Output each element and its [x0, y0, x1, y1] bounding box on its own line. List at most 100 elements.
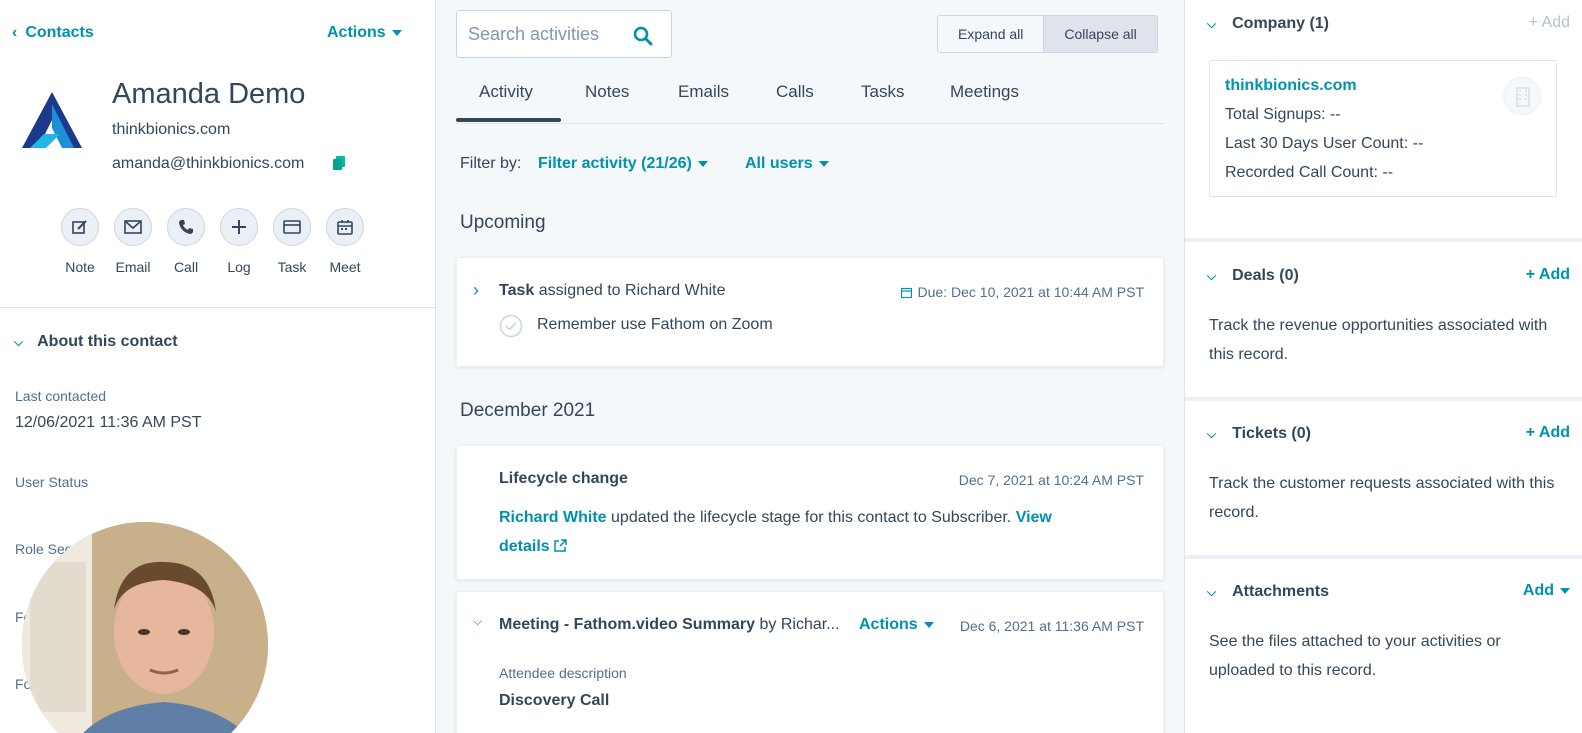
- chevron-down-icon: ⌵: [1207, 269, 1217, 283]
- chevron-down-icon: ⌵: [1207, 585, 1217, 599]
- copy-icon[interactable]: [333, 156, 345, 170]
- meeting-by: by Richar...: [759, 616, 840, 633]
- attendee-value: Discovery Call: [499, 692, 610, 709]
- tab-tasks[interactable]: Tasks: [861, 82, 904, 102]
- tab-emails[interactable]: Emails: [678, 82, 729, 102]
- upcoming-heading: Upcoming: [460, 212, 546, 233]
- activity-tabs: Activity Notes Emails Calls Tasks Meetin…: [456, 80, 1164, 124]
- contact-topbar: ‹ Contacts Actions: [0, 0, 435, 66]
- company-logo: [22, 92, 82, 148]
- lifecycle-title: Lifecycle change: [499, 470, 628, 487]
- associations-sidebar: ⌵ Company (1) + Add thinkbionics.com Tota…: [1184, 0, 1582, 733]
- quick-action-note[interactable]: Note: [60, 208, 100, 275]
- quick-action-call[interactable]: Call: [166, 208, 206, 275]
- email-icon: [124, 220, 142, 234]
- filter-label: Filter by:: [460, 155, 522, 172]
- quick-action-log[interactable]: Log: [219, 208, 259, 275]
- caret-down-icon: [818, 160, 829, 167]
- meet-icon: [337, 220, 353, 235]
- add-company-button[interactable]: + Add: [1529, 14, 1570, 32]
- caret-down-icon: [391, 29, 402, 36]
- quick-action-task[interactable]: Task: [272, 208, 312, 275]
- contact-sidebar: ‹ Contacts Actions Amanda Demo thinkbioni…: [0, 0, 436, 733]
- prop-user-status-label: User Status: [15, 474, 89, 490]
- chevron-down-icon: ⌵: [14, 335, 24, 349]
- meeting-title: Meeting - Fathom.video Summary: [499, 616, 756, 633]
- caret-down-icon: [923, 621, 934, 628]
- company-field: Last 30 Days User Count: --: [1225, 135, 1424, 152]
- collapse-all-button[interactable]: Collapse all: [1043, 16, 1157, 52]
- search-icon[interactable]: [633, 26, 653, 46]
- expand-all-button[interactable]: Expand all: [938, 16, 1044, 52]
- contact-domain: thinkbionics.com: [112, 121, 231, 138]
- section-divider: [1185, 397, 1582, 401]
- contact-name: Amanda Demo: [112, 78, 306, 110]
- company-field: Total Signups: --: [1225, 106, 1341, 123]
- section-divider: [0, 307, 435, 308]
- filter-users-dropdown[interactable]: All users: [745, 155, 829, 173]
- call-icon: [179, 220, 193, 234]
- meeting-card[interactable]: ⌵ Meeting - Fathom.video Summary by Rich…: [456, 591, 1164, 733]
- log-icon: [232, 220, 246, 234]
- add-deal-button[interactable]: + Add: [1526, 266, 1570, 284]
- caret-down-icon: [1560, 587, 1570, 594]
- active-tab-indicator: [456, 118, 561, 122]
- building-icon: [1503, 77, 1541, 115]
- tab-meetings[interactable]: Meetings: [950, 82, 1019, 102]
- attendee-label: Attendee description: [499, 665, 627, 681]
- filter-bar: Filter by: Filter activity (21/26) All u…: [460, 155, 829, 173]
- deals-section-toggle[interactable]: ⌵ Deals (0): [1207, 267, 1299, 285]
- lifecycle-change-card[interactable]: Lifecycle change Dec 7, 2021 at 10:24 AM…: [456, 445, 1164, 580]
- note-icon: [72, 220, 87, 234]
- contact-actions-dropdown[interactable]: Actions: [327, 24, 402, 42]
- activity-timeline: Expand all Collapse all Activity Notes E…: [437, 0, 1183, 733]
- prop-last-contacted-label: Last contacted: [15, 388, 107, 404]
- external-link-icon: [554, 539, 567, 552]
- expand-chevron-icon[interactable]: ›: [473, 280, 479, 301]
- quick-action-email[interactable]: Email: [113, 208, 153, 275]
- back-to-contacts-link[interactable]: ‹ Contacts: [12, 24, 94, 42]
- lifecycle-date: Dec 7, 2021 at 10:24 AM PST: [958, 472, 1144, 488]
- task-complete-checkbox[interactable]: [499, 314, 523, 338]
- company-name-link[interactable]: thinkbionics.com: [1225, 77, 1357, 95]
- task-icon: [283, 220, 301, 234]
- about-contact-toggle[interactable]: ⌵ About this contact: [14, 333, 178, 351]
- task-type: Task: [499, 282, 535, 299]
- task-assigned: assigned to Richard White: [538, 282, 726, 299]
- meeting-date: Dec 6, 2021 at 11:36 AM PST: [959, 618, 1144, 634]
- search-activities-box: [456, 10, 672, 58]
- contact-email: amanda@thinkbionics.com: [112, 155, 305, 172]
- tab-notes[interactable]: Notes: [585, 82, 629, 102]
- attachments-description: See the files attached to your activitie…: [1209, 633, 1501, 679]
- search-activities-input[interactable]: [468, 22, 628, 46]
- add-ticket-button[interactable]: + Add: [1526, 424, 1570, 442]
- month-heading: December 2021: [460, 400, 596, 421]
- calendar-icon: [900, 287, 912, 299]
- filter-activity-dropdown[interactable]: Filter activity (21/26): [538, 155, 708, 173]
- task-card[interactable]: › Task assigned to Richard White Due: De…: [456, 257, 1164, 367]
- chevron-left-icon: ‹: [12, 24, 18, 41]
- add-attachment-dropdown[interactable]: Add: [1523, 582, 1570, 600]
- deals-description: Track the revenue opportunities associat…: [1209, 317, 1548, 363]
- company-field: Recorded Call Count: --: [1225, 164, 1394, 181]
- view-details-link[interactable]: details: [499, 538, 567, 556]
- actor-link[interactable]: Richard White: [499, 509, 607, 526]
- quick-action-meet[interactable]: Meet: [325, 208, 365, 275]
- chevron-down-icon: ⌵: [1207, 427, 1217, 441]
- attachments-section-toggle[interactable]: ⌵ Attachments: [1207, 583, 1329, 601]
- expand-collapse-group: Expand all Collapse all: [937, 15, 1158, 53]
- tab-activity[interactable]: Activity: [479, 82, 533, 102]
- caret-down-icon: [697, 160, 708, 167]
- tickets-description: Track the customer requests associated w…: [1209, 475, 1555, 521]
- tab-calls[interactable]: Calls: [776, 82, 814, 102]
- meeting-actions-dropdown[interactable]: Actions: [859, 616, 934, 634]
- section-divider: [1185, 238, 1582, 242]
- section-divider: [1185, 555, 1582, 559]
- collapse-chevron-icon[interactable]: ⌵: [473, 614, 482, 629]
- view-details-link[interactable]: View: [1016, 509, 1052, 526]
- company-card: thinkbionics.com Total Signups: -- Last …: [1209, 60, 1557, 197]
- task-due-date: Due: Dec 10, 2021 at 10:44 AM PST: [900, 284, 1144, 300]
- company-section-toggle[interactable]: ⌵ Company (1): [1207, 15, 1329, 33]
- tickets-section-toggle[interactable]: ⌵ Tickets (0): [1207, 425, 1311, 443]
- prop-last-contacted-value: 12/06/2021 11:36 AM PST: [15, 414, 202, 431]
